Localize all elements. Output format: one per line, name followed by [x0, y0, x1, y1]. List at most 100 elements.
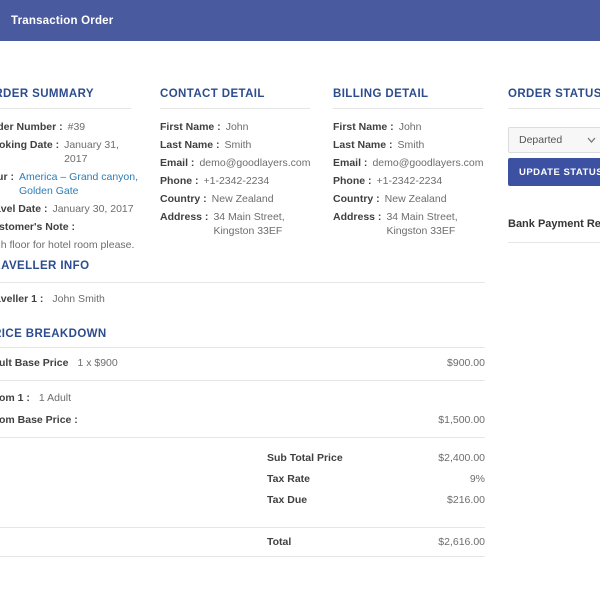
price-breakdown-heading: PRICE BREAKDOWN [0, 328, 107, 340]
room-1-row: Room 1 : 1 Adult [0, 391, 485, 405]
contact-first-name-label: First Name : [160, 121, 221, 133]
bank-payment-receipt-label: Bank Payment Receipt [508, 218, 600, 230]
room-base-price-row: Room Base Price : $1,500.00 [0, 413, 485, 427]
billing-phone-label: Phone : [333, 175, 372, 187]
adult-base-price-amount: $900.00 [447, 357, 485, 369]
contact-row: Address : 34 Main Street, Kingston 33EF [160, 210, 325, 238]
travel-date-row: Travel Date : January 30, 2017 [0, 202, 140, 216]
divider [0, 282, 485, 283]
sub-total-label: Sub Total Price [267, 452, 343, 464]
contact-row: Last Name : Smith [160, 138, 325, 152]
contact-address-value: 34 Main Street, Kingston 33EF [213, 211, 285, 237]
room-1-value: 1 Adult [38, 392, 72, 404]
booking-date-value: January 31, 2017 [64, 139, 119, 165]
divider [0, 556, 485, 557]
traveller-info-heading: TRAVELLER INFO [0, 260, 90, 272]
billing-row: Email : demo@goodlayers.com [333, 156, 498, 170]
room-base-price-amount: $1,500.00 [438, 414, 485, 426]
total-amount: $2,616.00 [438, 536, 485, 548]
tour-link[interactable]: America – Grand canyon, Golden Gate [19, 170, 140, 198]
total-block: Total $2,616.00 [267, 535, 485, 556]
sub-total-row: Sub Total Price $2,400.00 [267, 451, 485, 465]
billing-row: Phone : +1-2342-2234 [333, 174, 498, 188]
totals-block: Sub Total Price $2,400.00 Tax Rate 9% Ta… [267, 451, 485, 514]
travel-date-label: Travel Date : [0, 203, 48, 215]
contact-country-value: New Zealand [211, 193, 274, 205]
divider [508, 242, 600, 243]
page-title: Transaction Order [11, 14, 114, 27]
chevron-down-icon [587, 137, 596, 143]
customer-note-label: Customer's Note : [0, 221, 76, 233]
tax-due-label: Tax Due [267, 494, 308, 506]
order-number-label: Order Number : [0, 121, 63, 133]
contact-row: Phone : +1-2342-2234 [160, 174, 325, 188]
traveller-1-label: Traveller 1 : [0, 293, 44, 305]
tax-due-row: Tax Due $216.00 [267, 493, 485, 507]
order-status-heading: ORDER STATUS [508, 88, 600, 100]
adult-base-price-row: Adult Base Price 1 x $900 $900.00 [0, 356, 485, 370]
contact-row: First Name : John [160, 120, 325, 134]
tax-rate-label: Tax Rate [267, 473, 310, 485]
order-summary-heading: ORDER SUMMARY [0, 88, 94, 100]
tax-due-amount: $216.00 [447, 494, 485, 506]
room-base-price-label: Room Base Price : [0, 414, 78, 426]
order-status-select[interactable]: Departed [508, 127, 600, 153]
contact-email-label: Email : [160, 157, 195, 169]
contact-first-name-value: John [225, 121, 249, 133]
contact-email-value: demo@goodlayers.com [199, 157, 311, 169]
billing-address-label: Address : [333, 211, 382, 223]
contact-last-name-label: Last Name : [160, 139, 220, 151]
traveller-row: Traveller 1 : John Smith [0, 292, 485, 306]
billing-detail-column: First Name : John Last Name : Smith Emai… [333, 120, 498, 242]
divider [160, 108, 310, 109]
billing-row: First Name : John [333, 120, 498, 134]
divider [333, 108, 483, 109]
room-1-label: Room 1 : [0, 392, 30, 404]
update-status-button[interactable]: UPDATE STATUS [508, 158, 600, 186]
billing-email-label: Email : [333, 157, 368, 169]
billing-phone-value: +1-2342-2234 [376, 175, 443, 187]
customer-note-value: High floor for hotel room please. [0, 239, 135, 251]
booking-date-label: Booking Date : [0, 139, 60, 151]
billing-first-name-value: John [398, 121, 422, 133]
tax-rate-row: Tax Rate 9% [267, 472, 485, 486]
traveller-1-name: John Smith [52, 293, 105, 305]
adult-base-price-qty: 1 x $900 [77, 357, 118, 369]
divider [0, 347, 485, 348]
divider [508, 108, 600, 109]
contact-detail-column: First Name : John Last Name : Smith Emai… [160, 120, 325, 242]
contact-phone-label: Phone : [160, 175, 199, 187]
contact-country-label: Country : [160, 193, 207, 205]
transaction-order-page: Transaction Order ORDER SUMMARY CONTACT … [0, 0, 600, 600]
contact-detail-heading: CONTACT DETAIL [160, 88, 265, 100]
billing-address-value: 34 Main Street, Kingston 33EF [386, 211, 458, 237]
billing-last-name-label: Last Name : [333, 139, 393, 151]
billing-first-name-label: First Name : [333, 121, 394, 133]
tax-rate-value: 9% [469, 473, 485, 485]
billing-row: Address : 34 Main Street, Kingston 33EF [333, 210, 498, 238]
billing-country-value: New Zealand [384, 193, 447, 205]
contact-address-label: Address : [160, 211, 209, 223]
sub-total-amount: $2,400.00 [438, 452, 485, 464]
total-row: Total $2,616.00 [267, 535, 485, 549]
billing-row: Country : New Zealand [333, 192, 498, 206]
order-number-row: Order Number : #39 [0, 120, 140, 134]
divider [0, 527, 485, 528]
adult-base-price-label: Adult Base Price [0, 357, 69, 369]
billing-row: Last Name : Smith [333, 138, 498, 152]
booking-date-row: Booking Date : January 31, 2017 [0, 138, 140, 166]
order-number-value: #39 [67, 121, 86, 133]
tour-label: Tour : [0, 171, 14, 183]
tour-row: Tour : America – Grand canyon, Golden Ga… [0, 170, 140, 198]
divider [0, 437, 485, 438]
contact-last-name-value: Smith [224, 139, 252, 151]
billing-last-name-value: Smith [397, 139, 425, 151]
billing-country-label: Country : [333, 193, 380, 205]
contact-phone-value: +1-2342-2234 [203, 175, 270, 187]
divider [0, 108, 131, 109]
contact-row: Country : New Zealand [160, 192, 325, 206]
customer-note-block: Customer's Note : High floor for hotel r… [0, 220, 140, 252]
order-summary-column: Order Number : #39 Booking Date : Januar… [0, 120, 140, 256]
divider [0, 380, 485, 381]
billing-email-value: demo@goodlayers.com [372, 157, 484, 169]
